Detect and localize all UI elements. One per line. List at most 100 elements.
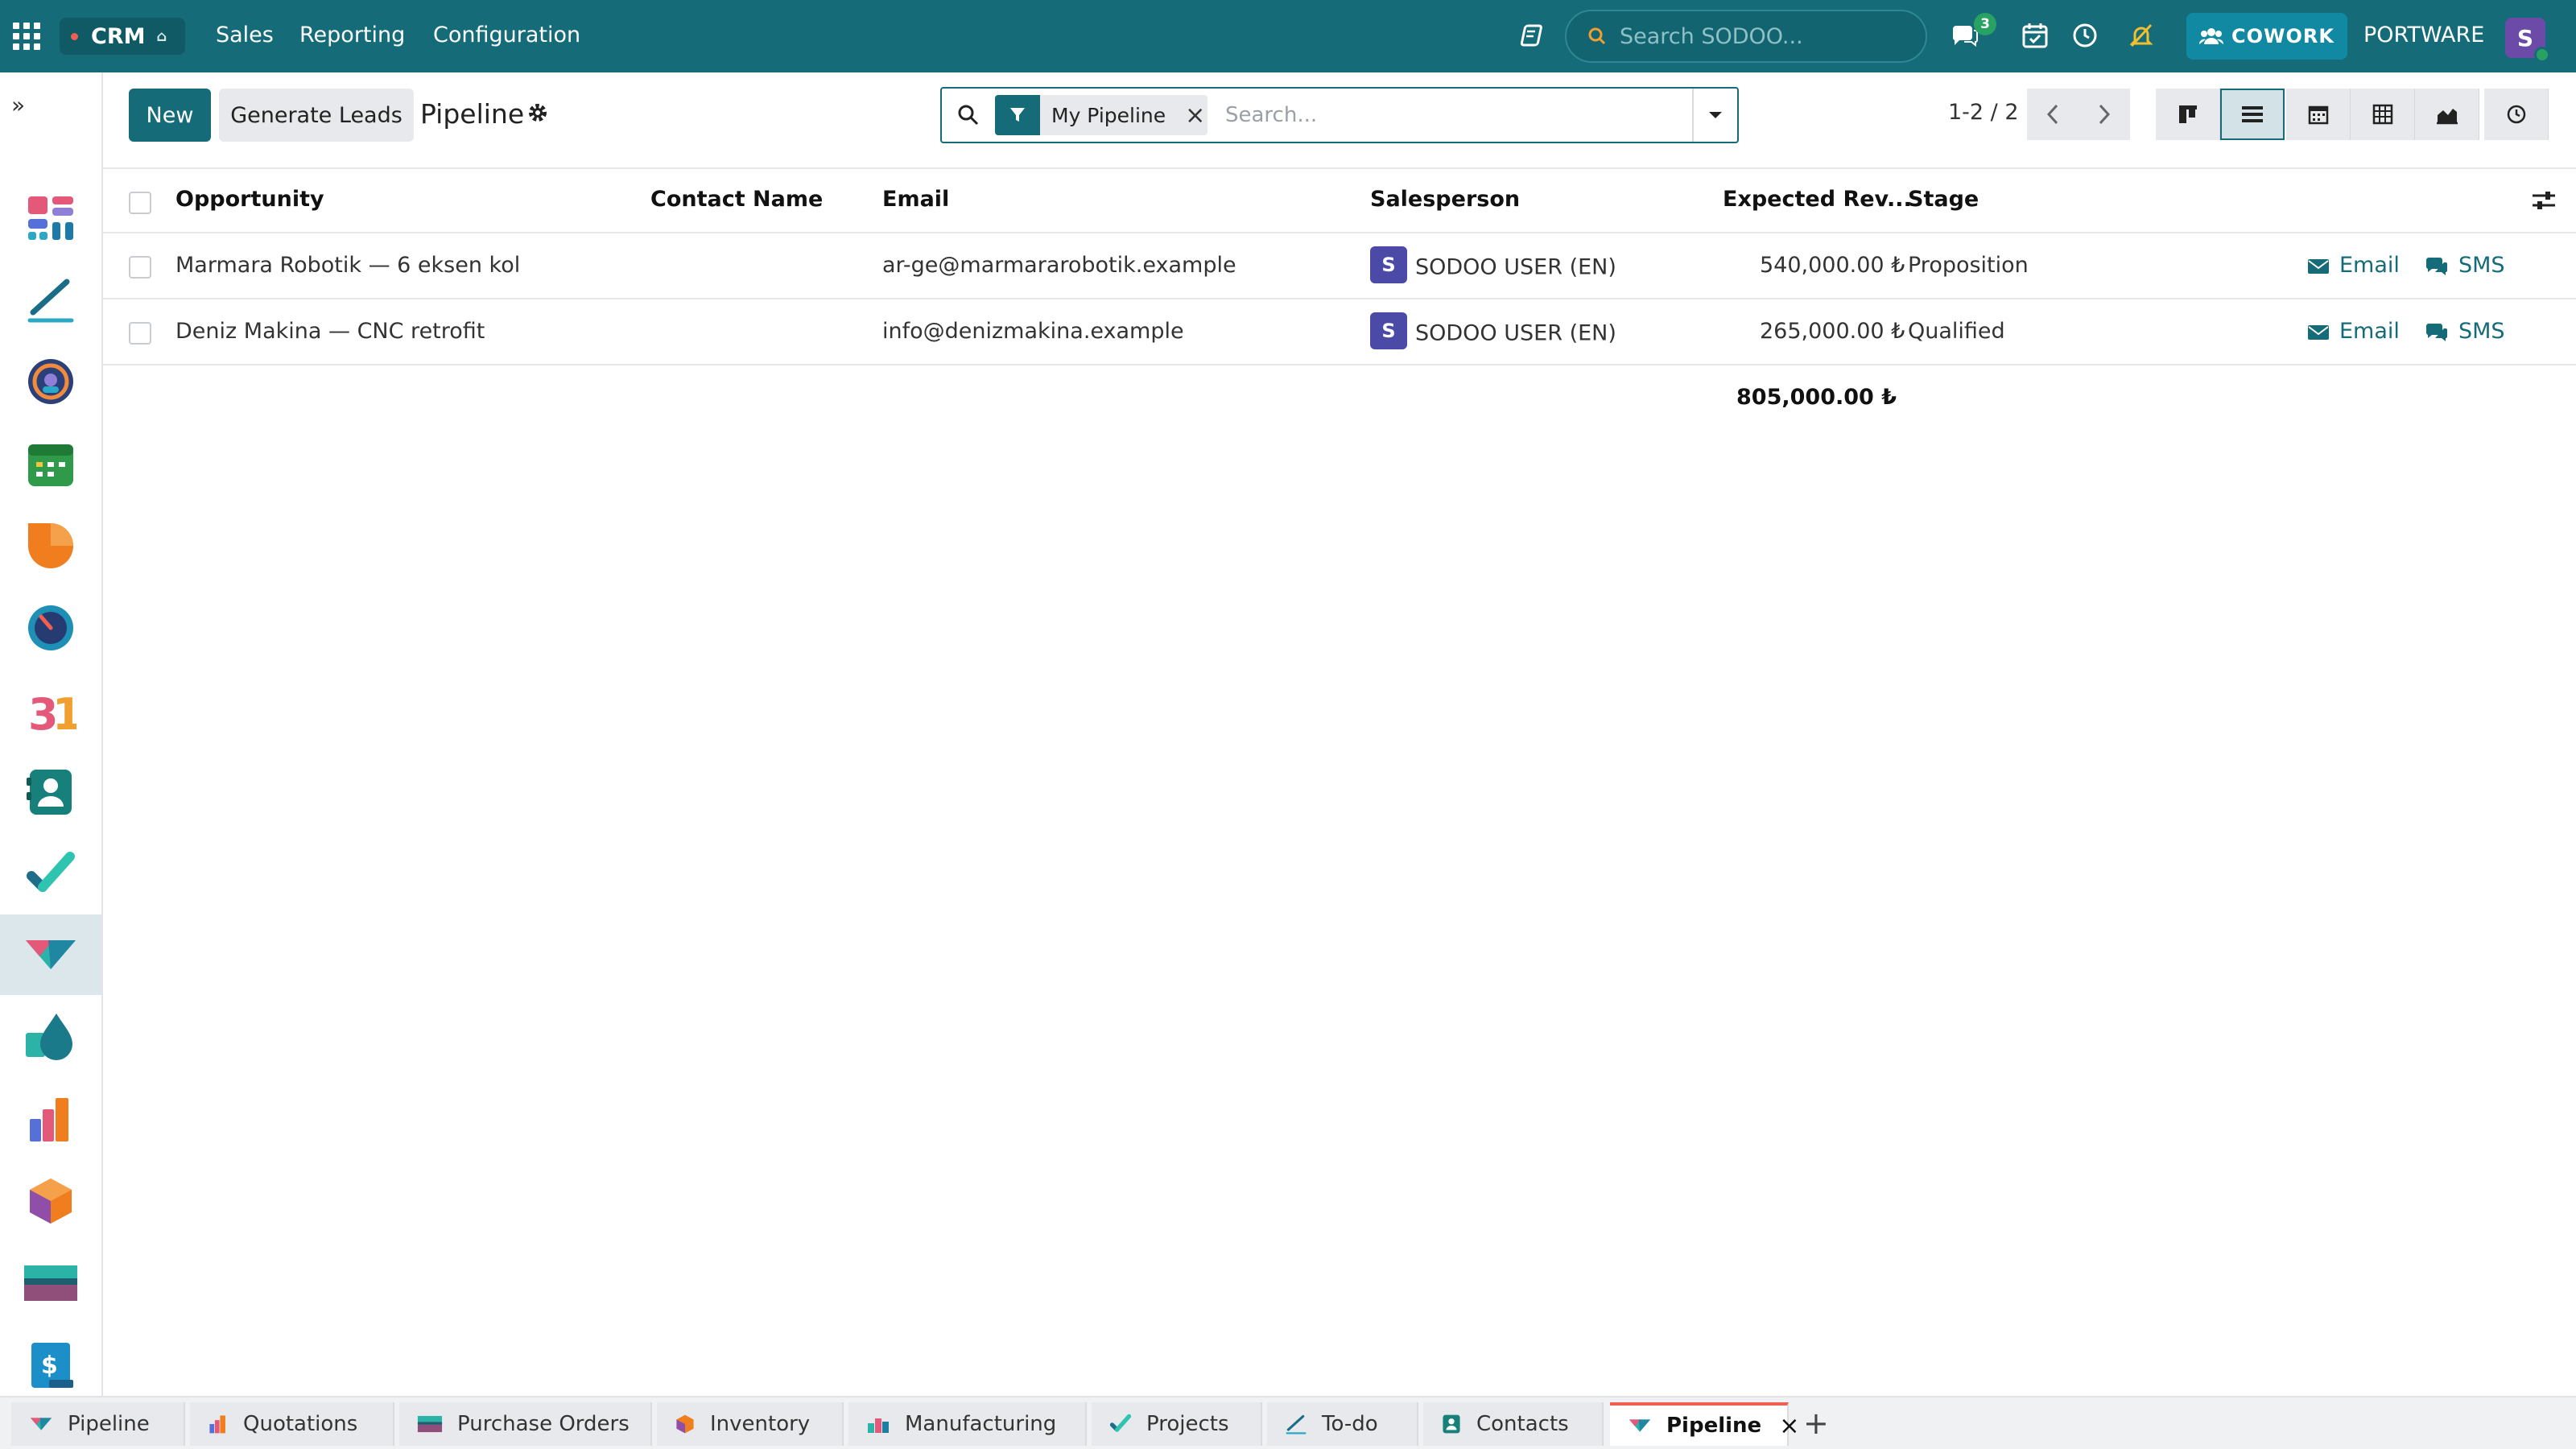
select-all-checkbox[interactable] [129,192,151,214]
reporting-bars-icon[interactable] [0,1079,101,1159]
email-cell[interactable]: info@denizmakina.example [882,319,1184,344]
cowork-button[interactable]: COWORK [2186,13,2347,60]
crm-icon[interactable] [0,914,101,995]
email-action-button[interactable]: Email [2307,253,2400,278]
search-options-chevron-down-icon[interactable] [1692,89,1737,142]
timesheet-icon[interactable] [0,588,101,668]
discuss-icon[interactable] [0,341,101,422]
tab-purchase-orders[interactable]: Purchase Orders [399,1402,652,1446]
search-bar[interactable]: My Pipeline × Search... [940,87,1739,143]
remove-facet-close-icon[interactable]: × [1185,101,1205,130]
sms-action-label: SMS [2458,319,2505,344]
top-navbar: CRM ⌂ Sales Reporting Configuration Sear… [0,0,2576,72]
salesperson-name: SODOO USER (EN) [1415,254,1616,280]
opportunity-cell[interactable]: Deniz Makina — CNC retrofit [175,319,485,344]
menu-reporting[interactable]: Reporting [299,23,405,47]
menu-sales[interactable]: Sales [216,23,274,47]
tab-pipeline-active[interactable]: Pipeline × [1610,1402,1799,1446]
tab-contacts[interactable]: Contacts [1423,1402,1604,1446]
column-header-expected-revenue[interactable]: Expected Rev... [1723,187,1912,212]
users-icon [2199,28,2224,44]
crm-icon [1628,1417,1652,1435]
sms-action-button[interactable]: SMS [2425,319,2505,344]
invoicing-icon[interactable]: $ [0,1325,101,1406]
calendar-view-icon[interactable] [2286,89,2351,140]
row-checkbox[interactable] [129,322,151,345]
purchase-card-icon[interactable] [0,1243,101,1323]
sales-icon[interactable] [0,506,101,586]
global-search-placeholder: Search SODOO... [1620,23,1803,49]
column-header-stage[interactable]: Stage [1908,187,1979,212]
planning-calendar-icon[interactable] [0,423,101,504]
search-input[interactable]: Search... [1225,103,1317,127]
table-row[interactable]: Marmara Robotik — 6 eksen kol ar-ge@marm… [103,233,2576,299]
company-switcher[interactable]: PORTWARE [2363,23,2484,47]
optional-columns-sliders-icon[interactable] [2531,188,2557,218]
salesperson-cell[interactable]: S SODOO USER (EN) [1370,312,1616,349]
products-cube-icon[interactable] [0,1161,101,1241]
notifications-off-bell-icon[interactable] [2125,19,2157,52]
calendar-31-icon[interactable]: 31 [0,670,101,750]
tab-inventory[interactable]: Inventory [657,1402,844,1446]
app-grid-icon[interactable] [11,21,42,52]
pager-value[interactable]: 1-2 / 2 [1948,100,2019,125]
expected-revenue-cell: 540,000.00 ₺ [1760,253,1905,278]
sidebar-expand-icon[interactable]: » [11,92,25,118]
generate-leads-button[interactable]: Generate Leads [219,89,414,142]
knowledge-book-icon[interactable] [1513,19,1546,52]
add-tab-plus-icon[interactable]: + [1803,1406,1829,1441]
activity-view-clock-icon[interactable] [2484,89,2549,140]
expected-revenue-cell: 265,000.00 ₺ [1760,319,1905,344]
new-button[interactable]: New [129,89,211,142]
reporting-bars-icon [208,1414,229,1435]
products-cube-icon [675,1414,696,1435]
email-action-button[interactable]: Email [2307,319,2400,344]
row-checkbox[interactable] [129,256,151,279]
sms-action-button[interactable]: SMS [2425,253,2505,278]
menu-configuration[interactable]: Configuration [433,23,580,47]
app-switcher-crm[interactable]: CRM ⌂ [60,18,185,55]
tab-label: Projects [1146,1412,1229,1436]
column-header-contact-name[interactable]: Contact Name [650,187,823,212]
search-icon [958,105,979,126]
list-view-icon[interactable] [2220,89,2285,140]
tab-label: Purchase Orders [457,1412,630,1436]
kanban-view-icon[interactable] [2156,89,2220,140]
tab-label: Quotations [243,1412,358,1436]
global-search-input[interactable]: Search SODOO... [1565,10,1927,63]
opportunity-cell[interactable]: Marmara Robotik — 6 eksen kol [175,253,520,278]
envelope-icon [2308,258,2329,274]
tab-manufacturing[interactable]: Manufacturing [848,1402,1087,1446]
inventory-drop-icon[interactable] [0,997,101,1077]
tab-quotations[interactable]: Quotations [190,1402,394,1446]
tab-pipeline[interactable]: Pipeline [11,1402,185,1446]
pager-next-chevron-right-icon[interactable] [2079,89,2130,140]
sign-pen-icon[interactable] [0,259,101,340]
tab-projects[interactable]: Projects [1092,1402,1262,1446]
graph-view-icon[interactable] [2415,89,2479,140]
pivot-view-icon[interactable] [2351,89,2415,140]
gear-icon[interactable] [526,101,549,127]
activity-calendar-icon[interactable] [2019,19,2051,52]
status-dot [71,32,78,40]
user-avatar[interactable]: S [2505,18,2550,63]
dashboard-icon[interactable] [0,177,101,258]
salesperson-cell[interactable]: S SODOO USER (EN) [1370,246,1616,283]
column-header-email[interactable]: Email [882,187,949,212]
apps-sidebar: » 31 $ [0,72,103,1396]
contacts-icon[interactable] [0,752,101,832]
close-tab-close-icon[interactable]: × [1779,1412,1799,1440]
tab-label: Inventory [710,1412,811,1436]
cowork-label: COWORK [2231,25,2334,47]
email-cell[interactable]: ar-ge@marmararobotik.example [882,253,1236,278]
email-action-label: Email [2339,253,2400,278]
todo-icon[interactable] [0,834,101,914]
page-title: Pipeline [420,98,525,130]
clock-icon[interactable] [2069,19,2101,52]
chat-bubbles-icon [2425,257,2447,275]
table-row[interactable]: Deniz Makina — CNC retrofit info@denizma… [103,299,2576,365]
column-header-opportunity[interactable]: Opportunity [175,187,324,212]
column-header-salesperson[interactable]: Salesperson [1370,187,1520,212]
tab-todo[interactable]: To-do [1267,1402,1418,1446]
pager-previous-chevron-left-icon[interactable] [2027,89,2079,140]
